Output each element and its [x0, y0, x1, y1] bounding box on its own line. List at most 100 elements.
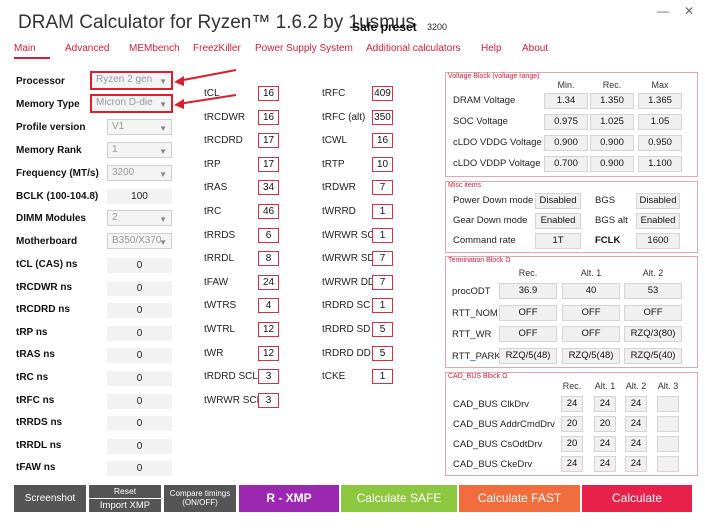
cad-bus-value[interactable]: 20 — [561, 416, 583, 432]
timing-value[interactable]: 16 — [258, 86, 279, 101]
timing-value[interactable]: 16 — [258, 109, 279, 125]
cad-bus-value[interactable]: 20 — [561, 436, 583, 452]
r-xmp-button[interactable]: R - XMP — [239, 485, 339, 512]
termination-value[interactable]: 40 — [562, 283, 620, 299]
termination-value[interactable]: RZQ/5(48) — [499, 347, 557, 364]
timing-value[interactable]: 12 — [258, 345, 279, 361]
misc-value[interactable]: 1T — [535, 233, 581, 249]
ns-input[interactable]: 0 — [107, 438, 172, 454]
voltage-value[interactable]: 1.350 — [590, 93, 634, 109]
ns-input[interactable]: 0 — [107, 280, 172, 296]
termination-value[interactable]: OFF — [562, 304, 620, 321]
voltage-value[interactable]: 1.025 — [590, 114, 634, 130]
cad-bus-value[interactable] — [657, 396, 679, 412]
voltage-value[interactable]: 0.900 — [544, 135, 588, 151]
calculate-fast-button[interactable]: Calculate FAST — [459, 485, 580, 512]
ns-input[interactable]: 0 — [107, 461, 172, 477]
cad-bus-value[interactable]: 24 — [625, 416, 647, 432]
import-xmp-button[interactable]: Import XMP — [89, 499, 161, 512]
cad-bus-value[interactable] — [657, 456, 679, 472]
timing-value[interactable]: 1 — [372, 369, 393, 385]
timing-value[interactable]: 6 — [258, 227, 279, 243]
timing-value[interactable]: 17 — [258, 156, 279, 172]
timing-value[interactable]: 12 — [258, 322, 279, 337]
tab-membench[interactable]: MEMbench — [129, 43, 180, 54]
cad-bus-value[interactable]: 24 — [625, 456, 647, 472]
timing-value[interactable]: 10 — [372, 156, 393, 172]
tab-freezkiller[interactable]: FreezKiller — [193, 43, 241, 54]
timing-value[interactable]: 5 — [372, 345, 393, 361]
tab-advanced[interactable]: Advanced — [65, 43, 109, 54]
memory-rank-select[interactable]: 1 ▼ — [107, 142, 172, 158]
tab-power-supply[interactable]: Power Supply System — [255, 43, 353, 54]
ns-input[interactable]: 0 — [107, 348, 172, 364]
timing-value[interactable]: 16 — [372, 133, 393, 149]
termination-value[interactable]: OFF — [499, 304, 557, 321]
voltage-value[interactable]: 1.100 — [638, 156, 682, 172]
voltage-value[interactable]: 0.975 — [544, 114, 588, 130]
termination-value[interactable]: 53 — [624, 283, 682, 299]
memory-type-select[interactable]: Micron D-die ▼ — [90, 94, 173, 113]
timing-value[interactable]: 7 — [372, 251, 393, 267]
termination-value[interactable]: RZQ/3(80) — [624, 326, 682, 342]
voltage-value[interactable]: 0.900 — [590, 156, 634, 172]
compare-timings-button[interactable]: Compare timings (ON/OFF) — [164, 485, 236, 512]
cad-bus-value[interactable] — [657, 436, 679, 452]
timing-value[interactable]: 5 — [372, 322, 393, 337]
termination-value[interactable]: 36.9 — [499, 283, 557, 299]
timing-value[interactable]: 4 — [258, 298, 279, 314]
voltage-value[interactable]: 1.34 — [544, 93, 588, 109]
timing-value[interactable]: 46 — [258, 204, 279, 219]
misc-value[interactable]: 1600 — [636, 233, 680, 249]
tab-help[interactable]: Help — [481, 43, 502, 54]
cad-bus-value[interactable]: 24 — [561, 396, 583, 412]
timing-value[interactable]: 1 — [372, 298, 393, 314]
minimize-icon[interactable]: — — [657, 4, 669, 18]
ns-input[interactable]: 0 — [107, 303, 172, 319]
timing-value[interactable]: 7 — [372, 180, 393, 196]
termination-value[interactable]: OFF — [624, 304, 682, 321]
ns-input[interactable]: 0 — [107, 371, 172, 386]
close-icon[interactable]: ✕ — [684, 4, 694, 18]
timing-value[interactable]: 3 — [258, 369, 279, 385]
voltage-value[interactable]: 0.950 — [638, 135, 682, 151]
voltage-value[interactable]: 1.05 — [638, 114, 682, 130]
frequency-select[interactable]: 3200 ▼ — [107, 165, 172, 181]
cad-bus-value[interactable]: 24 — [625, 396, 647, 412]
ns-input[interactable]: 0 — [107, 325, 172, 341]
ns-input[interactable]: 0 — [107, 393, 172, 409]
cad-bus-value[interactable]: 24 — [594, 456, 616, 472]
tab-main[interactable]: Main — [14, 43, 36, 54]
timing-value[interactable]: 34 — [258, 180, 279, 196]
cad-bus-value[interactable]: 20 — [594, 416, 616, 432]
termination-value[interactable]: OFF — [499, 326, 557, 342]
ns-input[interactable]: 0 — [107, 258, 172, 273]
bclk-input[interactable]: 100 — [107, 189, 172, 204]
timing-value[interactable]: 17 — [258, 133, 279, 149]
timing-value[interactable]: 8 — [258, 251, 279, 267]
voltage-value[interactable]: 0.700 — [544, 156, 588, 172]
cad-bus-value[interactable] — [657, 416, 679, 432]
cad-bus-value[interactable]: 24 — [594, 396, 616, 412]
profile-version-select[interactable]: V1 ▼ — [107, 119, 172, 135]
ns-input[interactable]: 0 — [107, 416, 172, 432]
cad-bus-value[interactable]: 24 — [625, 436, 647, 452]
timing-value[interactable]: 350 — [372, 109, 393, 125]
timing-value[interactable]: 3 — [258, 392, 279, 408]
timing-value[interactable]: 24 — [258, 274, 279, 290]
termination-value[interactable]: OFF — [562, 326, 620, 342]
termination-value[interactable]: RZQ/5(40) — [624, 347, 682, 364]
cad-bus-value[interactable]: 24 — [594, 436, 616, 452]
timing-value[interactable]: 409 — [372, 86, 393, 101]
motherboard-select[interactable]: B350/X370 ▼ — [107, 233, 172, 249]
cad-bus-value[interactable]: 24 — [561, 456, 583, 472]
processor-select[interactable]: Ryzen 2 gen ▼ — [90, 71, 173, 90]
voltage-value[interactable]: 0.900 — [590, 135, 634, 151]
misc-value[interactable]: Disabled — [535, 193, 581, 209]
timing-value[interactable]: 1 — [372, 204, 393, 219]
tab-about[interactable]: About — [522, 43, 548, 54]
calculate-extreme-button[interactable]: Calculate EXTREME — [582, 485, 692, 529]
screenshot-button[interactable]: Screenshot — [14, 485, 86, 512]
timing-value[interactable]: 1 — [372, 227, 393, 243]
timing-value[interactable]: 7 — [372, 274, 393, 290]
